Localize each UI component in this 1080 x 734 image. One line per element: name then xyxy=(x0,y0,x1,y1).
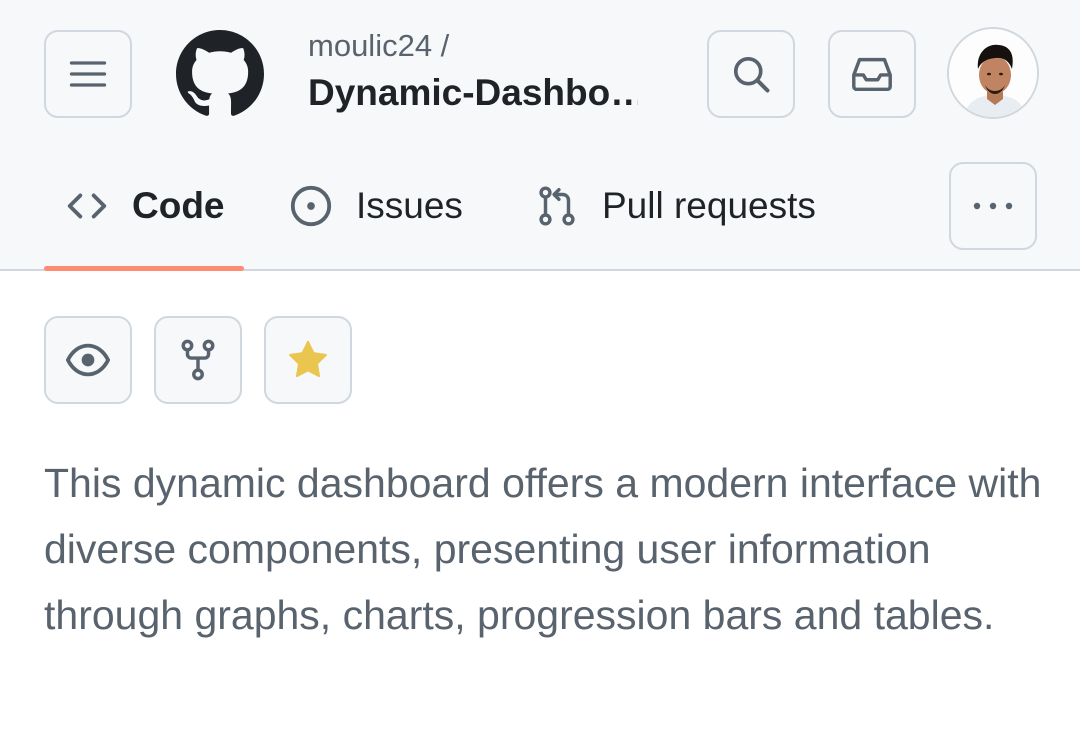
tab-pull-requests-label: Pull requests xyxy=(602,185,816,226)
hamburger-menu-icon xyxy=(69,61,107,87)
star-button[interactable] xyxy=(264,316,352,404)
github-logo-icon[interactable] xyxy=(176,30,264,118)
issue-opened-icon xyxy=(288,183,334,229)
repo-forked-icon xyxy=(181,339,215,381)
tab-issues-label: Issues xyxy=(356,185,463,226)
app-header: moulic24 / Dynamic-Dashbo… Code Issues P… xyxy=(0,0,1080,271)
star-fill-icon xyxy=(289,340,327,378)
tab-issues[interactable]: Issues xyxy=(288,176,463,236)
watch-button[interactable] xyxy=(44,316,132,404)
menu-button[interactable] xyxy=(44,30,132,118)
repo-description: This dynamic dashboard offers a modern i… xyxy=(44,460,1042,638)
fork-button[interactable] xyxy=(154,316,242,404)
tab-code-label: Code xyxy=(132,185,225,226)
kebab-horizontal-icon xyxy=(973,202,1013,210)
inbox-button[interactable] xyxy=(828,30,916,118)
git-pull-request-icon xyxy=(534,183,580,229)
search-button[interactable] xyxy=(707,30,795,118)
search-icon xyxy=(733,56,770,93)
tab-pull-requests[interactable]: Pull requests xyxy=(534,176,816,236)
tab-code[interactable]: Code xyxy=(64,176,225,236)
user-avatar[interactable] xyxy=(947,27,1039,119)
eye-icon xyxy=(65,343,111,377)
more-tabs-button[interactable] xyxy=(949,162,1037,250)
repo-name[interactable]: Dynamic-Dashbo… xyxy=(308,72,638,114)
code-icon xyxy=(64,183,110,229)
repo-owner-label[interactable]: moulic24 / xyxy=(308,28,449,64)
inbox-icon xyxy=(852,57,892,92)
selected-tab-indicator xyxy=(44,266,244,271)
